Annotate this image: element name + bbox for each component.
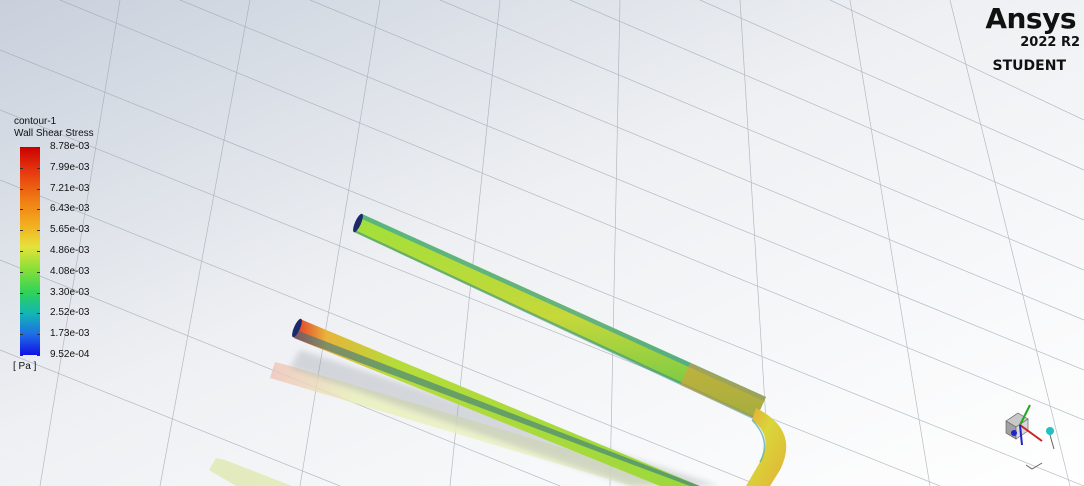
legend-tick-mark bbox=[20, 334, 23, 336]
brand-version: 2022 R2 bbox=[1020, 35, 1080, 50]
brand-name: Ansys bbox=[985, 2, 1076, 35]
legend-variable-name: Wall Shear Stress bbox=[14, 128, 94, 139]
legend-tick-mark bbox=[37, 355, 40, 356]
legend-tick-label: 9.52e-04 bbox=[50, 349, 90, 360]
legend-tick-mark bbox=[37, 167, 40, 169]
legend-tick-mark bbox=[20, 188, 23, 190]
legend-tick-mark bbox=[20, 147, 23, 148]
legend-tick-label: 5.65e-03 bbox=[50, 224, 90, 236]
legend-tick-label: 4.86e-03 bbox=[50, 245, 90, 256]
legend-tick-label: 8.78e-03 bbox=[50, 141, 90, 152]
legend-tick-mark bbox=[20, 292, 23, 294]
legend-tick-mark bbox=[20, 313, 23, 315]
legend-tick-label: 1.73e-03 bbox=[50, 328, 90, 340]
legend-tick-mark bbox=[20, 209, 23, 211]
legend-tick-mark bbox=[37, 334, 40, 336]
legend-tick-mark bbox=[37, 188, 40, 190]
legend-tick-label: 4.08e-03 bbox=[50, 265, 90, 277]
legend-tick-mark bbox=[37, 230, 40, 232]
legend-tick-mark bbox=[37, 313, 40, 315]
legend-tick-mark bbox=[20, 271, 23, 273]
legend-units: [ Pa ] bbox=[13, 361, 37, 372]
legend-tick-mark bbox=[37, 251, 40, 252]
legend-tick-mark bbox=[20, 167, 23, 169]
graphics-viewport[interactable] bbox=[0, 0, 1084, 486]
legend-tick-mark bbox=[20, 355, 23, 356]
legend-tick-mark bbox=[37, 292, 40, 294]
legend-tick-mark bbox=[37, 271, 40, 273]
legend-tick-label: 2.52e-03 bbox=[50, 307, 90, 319]
legend-tick-mark bbox=[37, 147, 40, 148]
legend-tick-mark bbox=[20, 230, 23, 232]
viewport-background bbox=[0, 0, 1084, 486]
legend-tick-mark bbox=[37, 209, 40, 211]
brand-edition: STUDENT bbox=[992, 58, 1066, 74]
legend-tick-label: 6.43e-03 bbox=[50, 203, 90, 215]
legend-tick-label: 7.99e-03 bbox=[50, 161, 90, 173]
legend-tick-mark bbox=[20, 251, 23, 252]
legend-tick-label: 3.30e-03 bbox=[50, 286, 90, 298]
legend-contour-name: contour-1 bbox=[14, 116, 57, 127]
legend-tick-label: 7.21e-03 bbox=[50, 182, 90, 194]
